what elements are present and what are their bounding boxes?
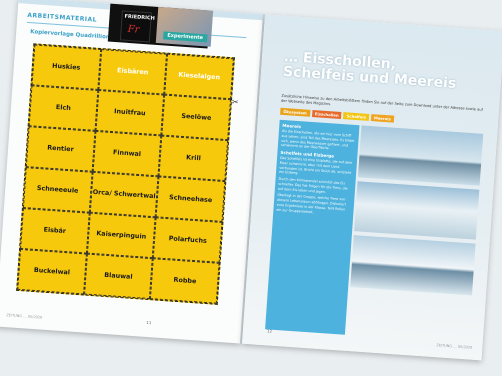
card[interactable]: Schneeeule bbox=[22, 167, 93, 213]
ice-floe-photo bbox=[357, 125, 484, 186]
friedrich-logo: FRIEDRICH Fr bbox=[119, 10, 155, 43]
footer-left: ZEITUNG … 05/2020 bbox=[6, 313, 43, 320]
card[interactable]: Blauwal bbox=[83, 253, 154, 300]
page-number-left: 11 bbox=[146, 319, 152, 326]
tab[interactable]: Meereis bbox=[370, 114, 395, 123]
card[interactable]: Krill bbox=[158, 135, 229, 182]
card[interactable]: Kieselalgen bbox=[164, 53, 234, 100]
card[interactable]: Schneehase bbox=[155, 176, 226, 222]
magazine-spread: ARBEITSMATERIAL Kopiervorlage Quadrillio… bbox=[0, 0, 502, 376]
card[interactable]: Inuitfrau bbox=[95, 89, 165, 136]
page-number-right: 12 bbox=[266, 328, 273, 334]
scissors-icon: ✂ bbox=[231, 97, 239, 107]
card[interactable]: Huskies bbox=[31, 44, 101, 90]
worksheet-subheading: Kopiervorlage Quadrillionen bbox=[30, 29, 118, 42]
card[interactable]: Eisbären bbox=[98, 49, 168, 95]
logo-mark: Fr bbox=[127, 23, 140, 36]
card[interactable]: Rentier bbox=[25, 126, 96, 172]
card[interactable]: Eisbär bbox=[20, 208, 90, 254]
shelf-ice-photo bbox=[354, 181, 480, 240]
block-text: Als die Eisschollen, die wir hier vom Sc… bbox=[280, 128, 355, 151]
left-page: ARBEITSMATERIAL Kopiervorlage Quadrillio… bbox=[0, 0, 264, 344]
card[interactable]: Finnwal bbox=[92, 130, 162, 177]
sea-ice-photo bbox=[350, 235, 476, 296]
card[interactable]: Kaiserpinguin bbox=[86, 212, 156, 259]
block-text: Überlegt in der Gruppe, welche Tiere von… bbox=[276, 193, 347, 215]
card[interactable]: Seelöwe bbox=[161, 94, 232, 141]
card-grid: Huskies Eisbären Kieselalgen Elch Inuitf… bbox=[16, 43, 235, 305]
card[interactable]: Buckelwal bbox=[17, 248, 87, 295]
card[interactable]: Polarfuchs bbox=[153, 217, 223, 263]
right-page: … Eisschollen, Schelfeis und Meereis Zus… bbox=[242, 14, 502, 361]
card[interactable]: Elch bbox=[28, 85, 99, 131]
card[interactable]: Robbe bbox=[150, 258, 220, 304]
card[interactable]: Orca/ Schwertwal bbox=[89, 171, 159, 218]
logo-text: FRIEDRICH bbox=[124, 13, 155, 22]
text-column: Meereis Als die Eisschollen, die wir hie… bbox=[265, 119, 360, 335]
block-text: Das Schelfeis ist eine Eisplatte, die au… bbox=[278, 155, 353, 176]
